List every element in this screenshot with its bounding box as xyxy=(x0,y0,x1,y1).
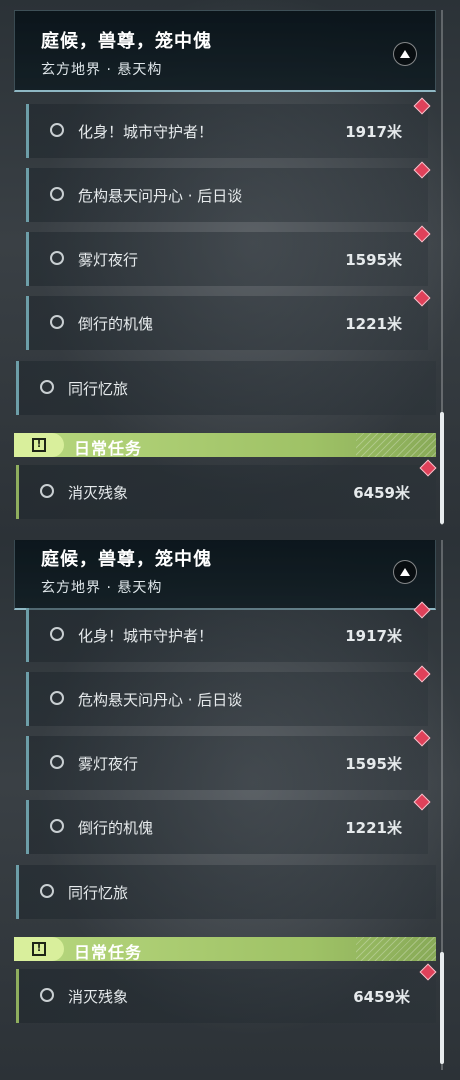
quest-title: 庭候，兽尊，笼中傀 xyxy=(41,31,212,52)
quest-distance: 1221米 xyxy=(345,315,402,333)
quest-header[interactable]: 庭候，兽尊，笼中傀 玄方地界 · 悬天构 xyxy=(14,540,436,610)
quest-name: 雾灯夜行 xyxy=(78,755,139,773)
header-decoration xyxy=(356,433,436,457)
circle-icon xyxy=(50,251,64,265)
quest-item[interactable]: 雾灯夜行 1595米 xyxy=(26,736,428,790)
circle-icon xyxy=(50,315,64,329)
quest-distance: 1595米 xyxy=(345,755,402,773)
circle-icon xyxy=(50,627,64,641)
circle-icon xyxy=(50,187,64,201)
chevron-up-icon xyxy=(400,568,410,576)
quest-name: 化身！城市守护者！ xyxy=(78,123,214,141)
collapse-button[interactable] xyxy=(393,42,417,66)
quest-location: 玄方地界 · 悬天构 xyxy=(41,580,163,596)
quest-name: 危构悬天问丹心 · 后日谈 xyxy=(78,691,243,709)
quest-item[interactable]: 化身！城市守护者！ 1917米 xyxy=(26,608,428,662)
quest-name: 同行忆旅 xyxy=(68,380,129,398)
chevron-up-icon xyxy=(400,50,410,58)
quest-name: 雾灯夜行 xyxy=(78,251,139,269)
circle-icon xyxy=(40,884,54,898)
quest-name: 消灭残象 xyxy=(68,484,129,502)
quest-item[interactable]: 化身！城市守护者！ 1917米 xyxy=(26,104,428,158)
quest-title: 庭候，兽尊，笼中傀 xyxy=(41,549,212,570)
exclamation-icon: ! xyxy=(14,937,64,961)
quest-distance: 6459米 xyxy=(353,988,410,1006)
quest-item[interactable]: 倒行的机傀 1221米 xyxy=(26,800,428,854)
companion-quest-item[interactable]: 同行忆旅 xyxy=(16,865,436,919)
quest-distance: 6459米 xyxy=(353,484,410,502)
exclamation-icon: ! xyxy=(14,433,64,457)
quest-item[interactable]: 倒行的机傀 1221米 xyxy=(26,296,428,350)
circle-icon xyxy=(40,380,54,394)
quest-name: 化身！城市守护者！ xyxy=(78,627,214,645)
circle-icon xyxy=(50,755,64,769)
quest-location: 玄方地界 · 悬天构 xyxy=(41,62,163,78)
daily-quest-label: 日常任务 xyxy=(74,439,143,458)
daily-quest-header[interactable]: ! 日常任务 xyxy=(14,433,436,458)
quest-item[interactable]: 危构悬天问丹心 · 后日谈 xyxy=(26,672,428,726)
quest-name: 倒行的机傀 xyxy=(78,819,154,837)
circle-icon xyxy=(40,988,54,1002)
scrollbar-thumb[interactable] xyxy=(440,952,444,1064)
circle-icon xyxy=(50,691,64,705)
quest-distance: 1221米 xyxy=(345,819,402,837)
daily-quest-item[interactable]: 消灭残象 6459米 xyxy=(16,969,436,1023)
quest-name: 倒行的机傀 xyxy=(78,315,154,333)
quest-name: 同行忆旅 xyxy=(68,884,129,902)
quest-header[interactable]: 庭候，兽尊，笼中傀 玄方地界 · 悬天构 xyxy=(14,10,436,92)
circle-icon xyxy=(50,123,64,137)
quest-name: 消灭残象 xyxy=(68,988,129,1006)
quest-distance: 1917米 xyxy=(345,123,402,141)
quest-panel: 庭候，兽尊，笼中傀 玄方地界 · 悬天构 化身！城市守护者！ 1917米 危构悬… xyxy=(0,0,460,540)
header-decoration xyxy=(356,937,436,961)
daily-quest-item[interactable]: 消灭残象 6459米 xyxy=(16,465,436,519)
quest-item[interactable]: 雾灯夜行 1595米 xyxy=(26,232,428,286)
circle-icon xyxy=(50,819,64,833)
quest-panel: 庭候，兽尊，笼中傀 玄方地界 · 悬天构 化身！城市守护者！ 1917米 危构悬… xyxy=(0,540,460,1080)
quest-item[interactable]: 危构悬天问丹心 · 后日谈 xyxy=(26,168,428,222)
quest-distance: 1917米 xyxy=(345,627,402,645)
quest-name: 危构悬天问丹心 · 后日谈 xyxy=(78,187,243,205)
scrollbar-thumb[interactable] xyxy=(440,412,444,524)
collapse-button[interactable] xyxy=(393,560,417,584)
circle-icon xyxy=(40,484,54,498)
companion-quest-item[interactable]: 同行忆旅 xyxy=(16,361,436,415)
daily-quest-label: 日常任务 xyxy=(74,943,143,962)
quest-distance: 1595米 xyxy=(345,251,402,269)
daily-quest-header[interactable]: ! 日常任务 xyxy=(14,937,436,962)
